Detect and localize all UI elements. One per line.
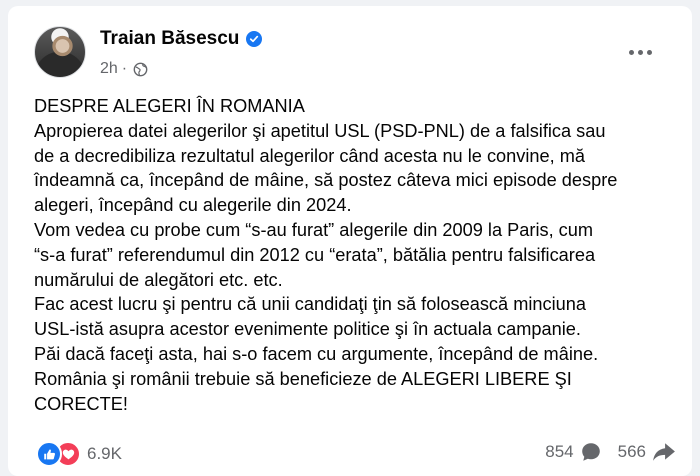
meta-separator: · xyxy=(121,60,128,77)
post-line: USL-istă asupra acestor evenimente polit… xyxy=(34,319,581,340)
globe-icon[interactable] xyxy=(133,62,148,77)
post-line: alegeri, începând cu alegerile din 2024. xyxy=(34,195,352,216)
reactions-summary[interactable]: 6.9K xyxy=(36,441,122,467)
more-dot xyxy=(646,49,652,55)
comment-icon xyxy=(581,443,600,461)
avatar[interactable] xyxy=(34,26,86,78)
post-stats: 854 566 xyxy=(545,441,676,463)
post-meta: 2h · xyxy=(100,60,148,78)
comments-count: 854 xyxy=(545,442,574,461)
post-line: numărului de alegători etc. etc. xyxy=(34,269,283,290)
share-icon xyxy=(653,443,675,461)
more-dot xyxy=(637,49,643,55)
post-line: Apropierea datei alegerilor şi apetitul … xyxy=(34,120,606,141)
post-line: CORECTE! xyxy=(34,393,128,414)
more-options-icon[interactable] xyxy=(622,40,658,64)
author-name[interactable]: Traian Băsescu xyxy=(100,28,239,50)
post-line: România şi românii trebuie să beneficiez… xyxy=(34,368,572,389)
post-line: DESPRE ALEGERI ÎN ROMANIA xyxy=(34,96,305,116)
post-line: Vom vedea cu probe cum “s-au furat” aleg… xyxy=(34,219,594,240)
more-dot xyxy=(628,49,634,55)
post-line: Fac acest lucru şi pentru că unii candid… xyxy=(34,294,586,315)
post-line: “s-a furat” referendumul din 2012 cu “er… xyxy=(34,244,596,265)
post-footer: 6.9K 854 566 xyxy=(36,439,676,469)
like-reaction-icon xyxy=(36,441,62,467)
author-row: Traian Băsescu xyxy=(100,28,263,50)
post-header: Traian Băsescu 2h · xyxy=(34,22,674,82)
shares-count: 566 xyxy=(617,442,646,461)
post-card: Traian Băsescu 2h · DESPRE ALEGERI ÎN RO… xyxy=(8,6,692,476)
reactions-count: 6.9K xyxy=(87,444,122,463)
post-line: de a decredibiliza rezultatul alegerilor… xyxy=(34,145,585,166)
comments-stat[interactable]: 854 xyxy=(545,441,601,463)
verified-badge-icon xyxy=(246,31,263,47)
post-line: îndeamnă ca, începând de mâine, să poste… xyxy=(34,170,618,191)
post-body: DESPRE ALEGERI ÎN ROMANIA Apropierea dat… xyxy=(34,94,684,416)
post-time[interactable]: 2h xyxy=(100,60,118,78)
post-line: Păi dacă faceţi asta, hai s-o facem cu a… xyxy=(34,343,599,364)
shares-stat[interactable]: 566 xyxy=(618,441,676,463)
